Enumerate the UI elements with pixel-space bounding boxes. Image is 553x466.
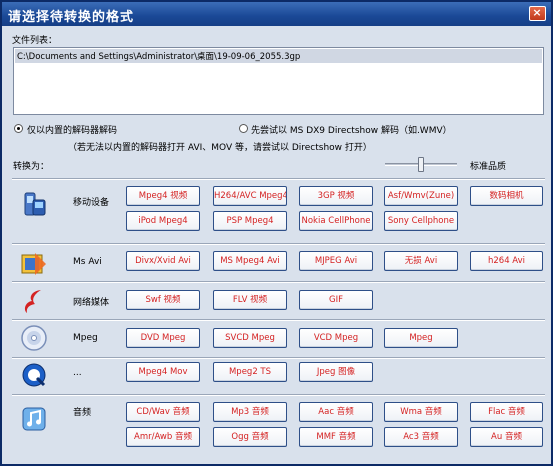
- window-title: 请选择待转换的格式: [8, 10, 135, 25]
- divider: [12, 243, 545, 245]
- format-button[interactable]: Mp3 音频: [213, 402, 287, 422]
- format-button[interactable]: Sony Cellphone: [384, 211, 458, 231]
- title-bar[interactable]: 请选择待转换的格式 ×: [2, 2, 551, 26]
- format-button[interactable]: Mpeg: [384, 328, 458, 348]
- format-button[interactable]: Ogg 音频: [213, 427, 287, 447]
- format-button[interactable]: MS Mpeg4 Avi: [213, 251, 287, 271]
- format-button[interactable]: Mpeg4 视频: [126, 186, 200, 206]
- format-button[interactable]: Asf/Wmv(Zune): [384, 186, 458, 206]
- format-button[interactable]: Ac3 音频: [384, 427, 458, 447]
- format-button[interactable]: h264 Avi: [470, 251, 543, 271]
- divider: [12, 178, 545, 180]
- quality-label: 标准品质: [470, 162, 507, 172]
- format-button[interactable]: Au 音频: [470, 427, 543, 447]
- close-button[interactable]: ×: [529, 6, 546, 21]
- category-label: ...: [73, 368, 82, 378]
- format-button[interactable]: 无损 Avi: [384, 251, 458, 271]
- format-button[interactable]: H264/AVC Mpeg4: [213, 186, 287, 206]
- format-button[interactable]: CD/Wav 音频: [126, 402, 200, 422]
- format-button[interactable]: FLV 视频: [213, 290, 287, 310]
- directshow-decoder-radio[interactable]: [239, 124, 248, 133]
- divider: [12, 394, 545, 396]
- format-button[interactable]: MMF 音频: [299, 427, 373, 447]
- format-button[interactable]: GIF: [299, 290, 373, 310]
- format-button[interactable]: Mpeg2 TS: [213, 362, 287, 382]
- format-button[interactable]: Swf 视频: [126, 290, 200, 310]
- format-button[interactable]: MJPEG Avi: [299, 251, 373, 271]
- file-list-item[interactable]: C:\Documents and Settings\Administrator\…: [15, 49, 542, 63]
- format-button[interactable]: Nokia CellPhone: [299, 211, 373, 231]
- divider: [12, 319, 545, 321]
- format-button[interactable]: Mpeg4 Mov: [126, 362, 200, 382]
- category-label: Ms Avi: [73, 257, 102, 267]
- format-button[interactable]: 数码相机: [470, 186, 543, 206]
- format-button[interactable]: Flac 音频: [470, 402, 543, 422]
- builtin-decoder-radio[interactable]: [14, 124, 23, 133]
- format-button[interactable]: VCD Mpeg: [299, 328, 373, 348]
- file-list[interactable]: C:\Documents and Settings\Administrator\…: [13, 47, 544, 115]
- quality-slider-thumb[interactable]: [418, 157, 424, 172]
- directshow-decoder-label: 先尝试以 MS DX9 Directshow 解码（如.WMV）: [251, 126, 452, 136]
- format-button[interactable]: Amr/Awb 音频: [126, 427, 200, 447]
- disc-icon: [19, 323, 49, 353]
- avi-film-icon: [19, 249, 49, 279]
- format-button[interactable]: PSP Mpeg4: [213, 211, 287, 231]
- divider: [12, 281, 545, 283]
- convert-to-label: 转换为：: [13, 162, 50, 172]
- format-button[interactable]: SVCD Mpeg: [213, 328, 287, 348]
- divider: [12, 357, 545, 359]
- category-label: 音频: [73, 408, 92, 418]
- category-label: 移动设备: [73, 198, 110, 208]
- builtin-decoder-label: 仅以内置的解码器解码: [27, 126, 118, 136]
- format-button[interactable]: Divx/Xvid Avi: [126, 251, 200, 271]
- format-button[interactable]: Wma 音频: [384, 402, 458, 422]
- convert-format-dialog: 请选择待转换的格式 × 文件列表： C:\Documents and Setti…: [0, 0, 553, 466]
- format-button[interactable]: iPod Mpeg4: [126, 211, 200, 231]
- flash-icon: [19, 286, 49, 316]
- format-button[interactable]: Aac 音频: [299, 402, 373, 422]
- audio-icon: [19, 404, 49, 434]
- file-list-label: 文件列表：: [12, 36, 58, 46]
- format-button[interactable]: DVD Mpeg: [126, 328, 200, 348]
- decoder-hint: （若无法以内置的解码器打开 AVI、MOV 等，请尝试以 Directshow …: [68, 143, 372, 153]
- category-label: Mpeg: [73, 333, 98, 343]
- mobile-device-icon: [19, 190, 49, 220]
- format-button[interactable]: 3GP 视频: [299, 186, 373, 206]
- quicktime-icon: [19, 360, 49, 390]
- format-button[interactable]: Jpeg 图像: [299, 362, 373, 382]
- category-label: 网络媒体: [73, 298, 110, 308]
